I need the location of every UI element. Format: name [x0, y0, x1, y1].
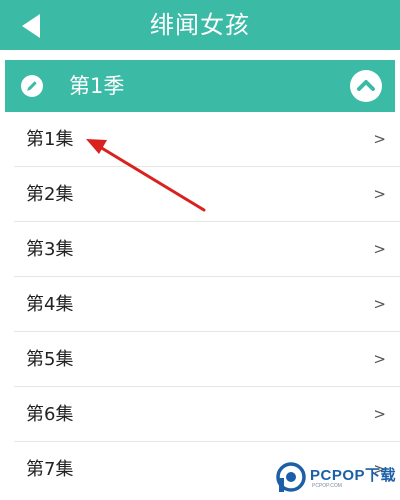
episode-item-2[interactable]: 第2集 >: [0, 167, 400, 222]
pcpop-logo-icon: [276, 462, 306, 492]
episode-label: 第2集: [26, 184, 74, 205]
season-header[interactable]: 第1季: [5, 60, 395, 112]
episode-item-6[interactable]: 第6集 >: [0, 387, 400, 442]
episode-label: 第3集: [26, 239, 74, 260]
episode-item-1[interactable]: 第1集 >: [0, 112, 400, 167]
header-gap: [0, 50, 400, 60]
episode-label: 第7集: [26, 459, 74, 480]
episode-list: 第1集 > 第2集 > 第3集 > 第4集 > 第5集 > 第6集 > 第7集 …: [0, 112, 400, 500]
pencil-icon: [21, 75, 43, 97]
page-title: 绯闻女孩: [150, 11, 250, 39]
chevron-right-icon: >: [373, 350, 386, 368]
episode-label: 第6集: [26, 404, 74, 425]
chevron-right-icon: >: [373, 295, 386, 313]
watermark-brand: PCPOP下载: [310, 467, 397, 484]
episode-item-3[interactable]: 第3集 >: [0, 222, 400, 277]
chevron-right-icon: >: [373, 405, 386, 423]
watermark-sub: PCPOP.COM: [312, 483, 342, 489]
pcpop-watermark: PCPOP下载 PCPOP.COM: [276, 458, 400, 500]
episode-label: 第1集: [26, 129, 74, 150]
chevron-up-circle-icon[interactable]: [349, 69, 383, 103]
chevron-right-icon: >: [373, 240, 386, 258]
episode-item-5[interactable]: 第5集 >: [0, 332, 400, 387]
chevron-right-icon: >: [373, 130, 386, 148]
top-app-bar: 绯闻女孩: [0, 0, 400, 50]
season-label: 第1季: [69, 74, 125, 98]
chevron-right-icon: >: [373, 185, 386, 203]
episode-label: 第4集: [26, 294, 74, 315]
episode-item-4[interactable]: 第4集 >: [0, 277, 400, 332]
episode-label: 第5集: [26, 349, 74, 370]
